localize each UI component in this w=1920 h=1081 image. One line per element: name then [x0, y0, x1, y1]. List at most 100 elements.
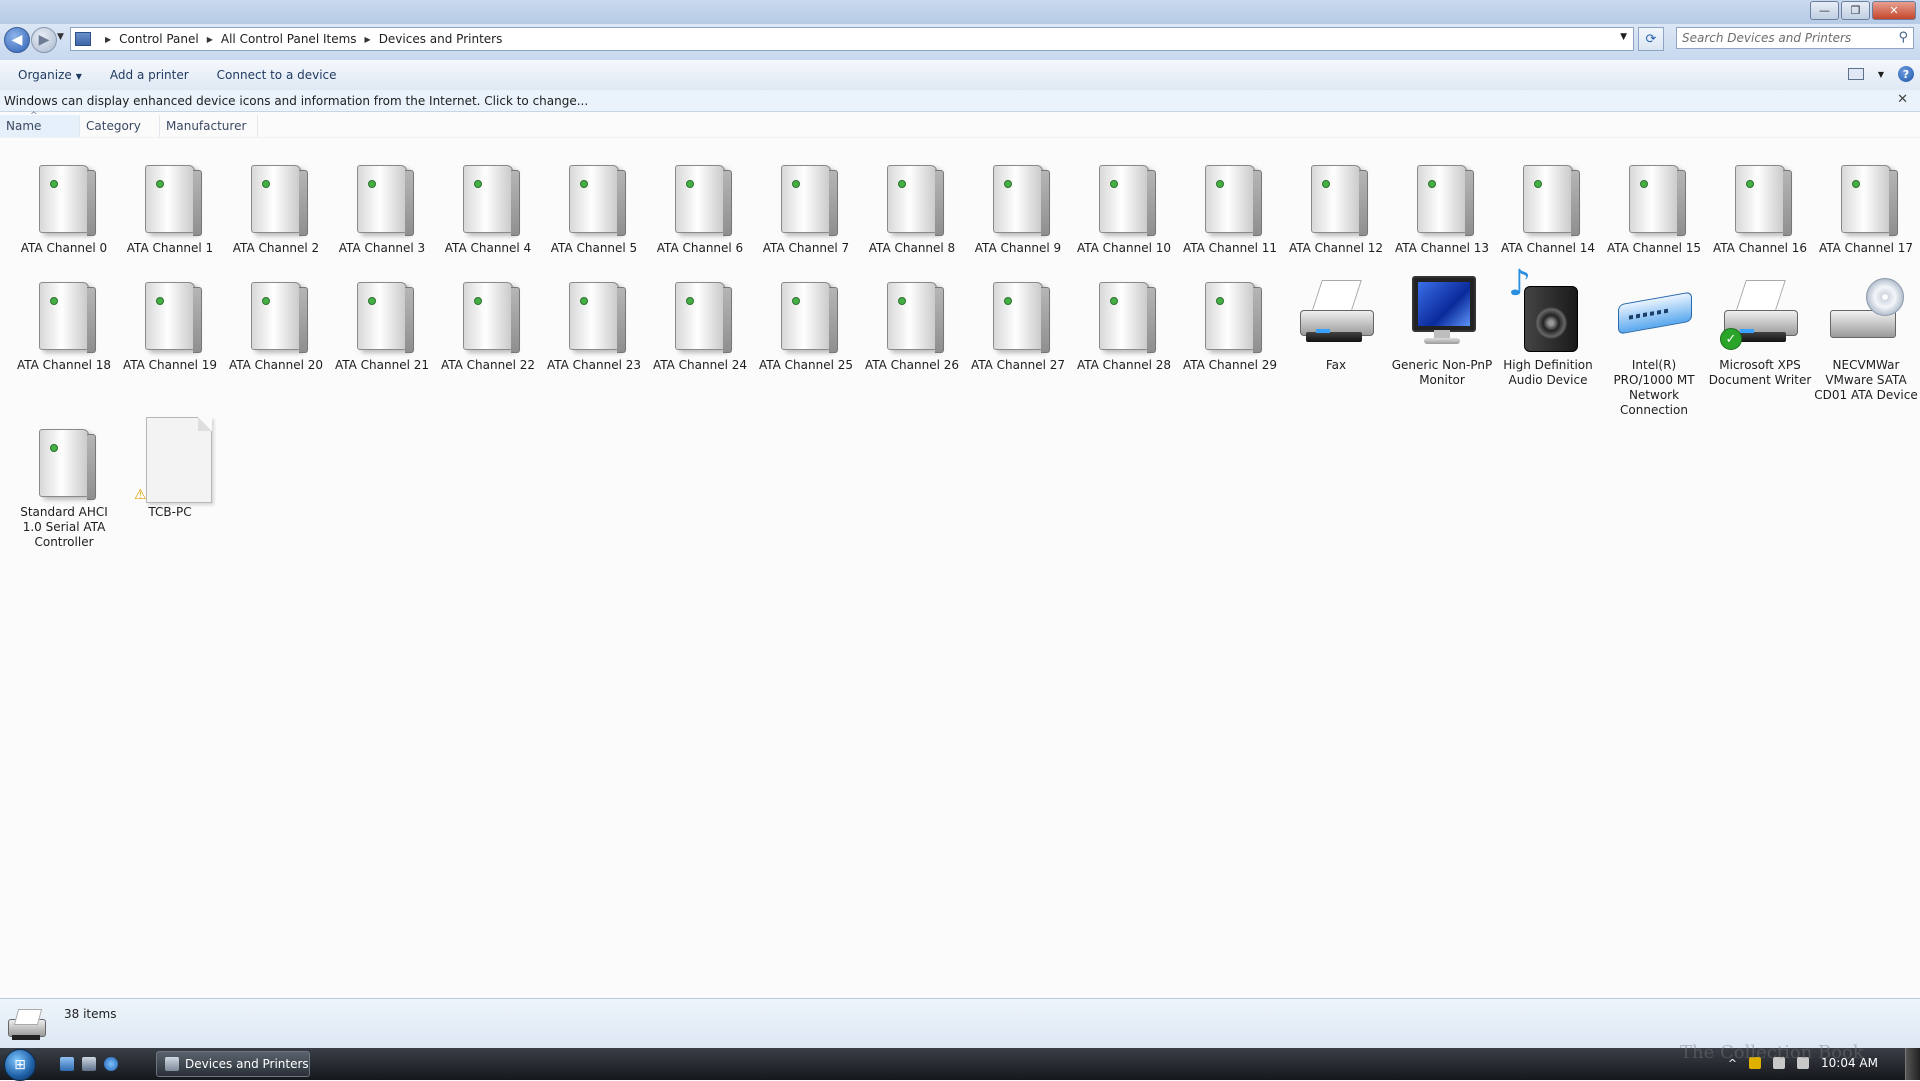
view-options-chevron-icon[interactable]: ▼ — [1878, 70, 1884, 79]
device-item[interactable]: ATA Channel 2 — [223, 153, 329, 256]
device-item[interactable]: ATA Channel 27 — [965, 270, 1071, 373]
close-button[interactable]: ✕ — [1872, 1, 1916, 20]
drive-tower-shape — [251, 165, 308, 236]
device-item[interactable]: ✓ Microsoft XPS Document Writer — [1707, 270, 1813, 388]
drive-tower-shape — [145, 165, 202, 236]
window-switcher-icon[interactable] — [82, 1057, 96, 1071]
start-button[interactable]: ⊞ — [4, 1049, 36, 1081]
device-item[interactable]: ATA Channel 24 — [647, 270, 753, 373]
drive-icon — [1614, 153, 1694, 236]
device-item[interactable]: ATA Channel 17 — [1813, 153, 1919, 256]
maximize-button[interactable]: ❐ — [1841, 1, 1870, 20]
device-item[interactable]: ATA Channel 10 — [1071, 153, 1177, 256]
drive-icon — [554, 270, 634, 353]
connect-device-button[interactable]: Connect to a device — [217, 68, 337, 82]
drive-icon — [342, 270, 422, 353]
address-dropdown-icon[interactable]: ▼ — [1620, 32, 1627, 42]
recent-pages-dropdown[interactable]: ▼ — [57, 32, 64, 42]
device-item[interactable]: ATA Channel 6 — [647, 153, 753, 256]
led-indicator — [262, 180, 270, 188]
led-indicator — [50, 297, 58, 305]
drive-icon — [1084, 270, 1164, 353]
device-item[interactable]: Intel(R) PRO/1000 MT Network Connection — [1601, 270, 1707, 418]
drive-tower-shape — [675, 282, 732, 353]
device-item[interactable]: NECVMWar VMware SATA CD01 ATA Device — [1813, 270, 1919, 403]
breadcrumb-control-panel[interactable]: Control Panel — [119, 32, 199, 46]
device-item[interactable]: ATA Channel 18 — [11, 270, 117, 373]
drive-icon — [1084, 153, 1164, 236]
drive-tower-shape — [1523, 165, 1580, 236]
device-item[interactable]: ATA Channel 19 — [117, 270, 223, 373]
device-item[interactable]: ATA Channel 29 — [1177, 270, 1283, 373]
forward-button[interactable]: ▶ — [31, 27, 57, 53]
device-item[interactable]: ATA Channel 16 — [1707, 153, 1813, 256]
device-item[interactable]: ATA Channel 3 — [329, 153, 435, 256]
device-item[interactable]: ATA Channel 21 — [329, 270, 435, 373]
device-item[interactable]: ♪ High Definition Audio Device — [1495, 266, 1601, 388]
column-manufacturer[interactable]: Manufacturer — [160, 115, 258, 137]
device-item[interactable]: ATA Channel 9 — [965, 153, 1071, 256]
device-item[interactable]: ATA Channel 8 — [859, 153, 965, 256]
refresh-button[interactable]: ⟳ — [1638, 27, 1664, 51]
device-item[interactable]: ATA Channel 0 — [11, 153, 117, 256]
device-item[interactable]: ATA Channel 4 — [435, 153, 541, 256]
drive-tower-shape — [569, 165, 626, 236]
column-category[interactable]: Category — [80, 115, 160, 137]
show-desktop-button[interactable] — [1905, 1048, 1920, 1080]
show-desktop-icon[interactable] — [60, 1057, 74, 1071]
device-item[interactable]: Generic Non-PnP Monitor — [1389, 270, 1495, 388]
drive-icon — [1720, 153, 1800, 236]
device-item[interactable]: ATA Channel 23 — [541, 270, 647, 373]
device-item[interactable]: ATA Channel 7 — [753, 153, 859, 256]
change-view-icon[interactable] — [1847, 68, 1864, 80]
breadcrumb-devices-printers[interactable]: Devices and Printers — [379, 32, 503, 46]
device-label: ATA Channel 0 — [20, 241, 108, 255]
device-item[interactable]: Standard AHCI 1.0 Serial ATA Controller — [11, 417, 117, 550]
breadcrumb-separator-icon[interactable]: ▶ — [365, 35, 371, 44]
led-indicator — [156, 180, 164, 188]
device-item[interactable]: ATA Channel 1 — [117, 153, 223, 256]
device-item[interactable]: ATA Channel 20 — [223, 270, 329, 373]
breadcrumb-separator-icon[interactable]: ▶ — [207, 35, 213, 44]
taskbar-devices-printers-button[interactable]: Devices and Printers — [156, 1051, 310, 1077]
help-icon[interactable]: ? — [1898, 66, 1914, 82]
device-item[interactable]: ATA Channel 28 — [1071, 270, 1177, 373]
add-printer-button[interactable]: Add a printer — [110, 68, 189, 82]
drive-tower-shape — [39, 282, 96, 353]
organize-button[interactable]: Organize ▼ — [18, 68, 82, 82]
search-icon[interactable]: ⚲ — [1898, 30, 1908, 45]
device-item[interactable]: ⚠ TCB-PC — [117, 417, 223, 520]
device-item[interactable]: ATA Channel 22 — [435, 270, 541, 373]
info-bar[interactable]: Windows can display enhanced device icon… — [0, 90, 1920, 112]
device-item[interactable]: ATA Channel 11 — [1177, 153, 1283, 256]
device-label: ATA Channel 17 — [1818, 241, 1914, 255]
device-grid: ATA Channel 0 ATA Channel 1 ATA Channel 2 A… — [0, 140, 1920, 1000]
drive-tower-shape — [569, 282, 626, 353]
device-label: ATA Channel 28 — [1076, 358, 1172, 372]
drive-tower-shape — [781, 282, 838, 353]
device-item[interactable]: ATA Channel 13 — [1389, 153, 1495, 256]
minimize-button[interactable]: — — [1810, 1, 1839, 20]
device-item[interactable]: ATA Channel 14 — [1495, 153, 1601, 256]
search-input[interactable]: Search Devices and Printers ⚲ — [1676, 27, 1914, 49]
drive-icon — [236, 153, 316, 236]
device-item[interactable]: ATA Channel 12 — [1283, 153, 1389, 256]
device-item[interactable]: ATA Channel 26 — [859, 270, 965, 373]
address-field[interactable]: ▶ Control Panel ▶ All Control Panel Item… — [70, 27, 1634, 51]
led-indicator — [156, 297, 164, 305]
breadcrumb-all-items[interactable]: All Control Panel Items — [221, 32, 357, 46]
breadcrumb-separator-icon[interactable]: ▶ — [105, 35, 111, 44]
device-item[interactable]: ATA Channel 25 — [753, 270, 859, 373]
device-item[interactable]: ATA Channel 5 — [541, 153, 647, 256]
chevron-down-icon: ▼ — [75, 72, 82, 81]
drive-icon — [1296, 153, 1376, 236]
device-item[interactable]: ATA Channel 15 — [1601, 153, 1707, 256]
internet-explorer-icon[interactable] — [104, 1057, 118, 1071]
back-button[interactable]: ◀ — [4, 27, 30, 53]
drive-tower-shape — [357, 165, 414, 236]
close-icon[interactable]: ✕ — [1897, 92, 1908, 107]
device-item[interactable]: Fax — [1283, 270, 1389, 373]
window-controls: — ❐ ✕ — [1810, 1, 1916, 20]
control-panel-icon — [75, 32, 91, 46]
column-name[interactable]: Name — [0, 105, 80, 137]
